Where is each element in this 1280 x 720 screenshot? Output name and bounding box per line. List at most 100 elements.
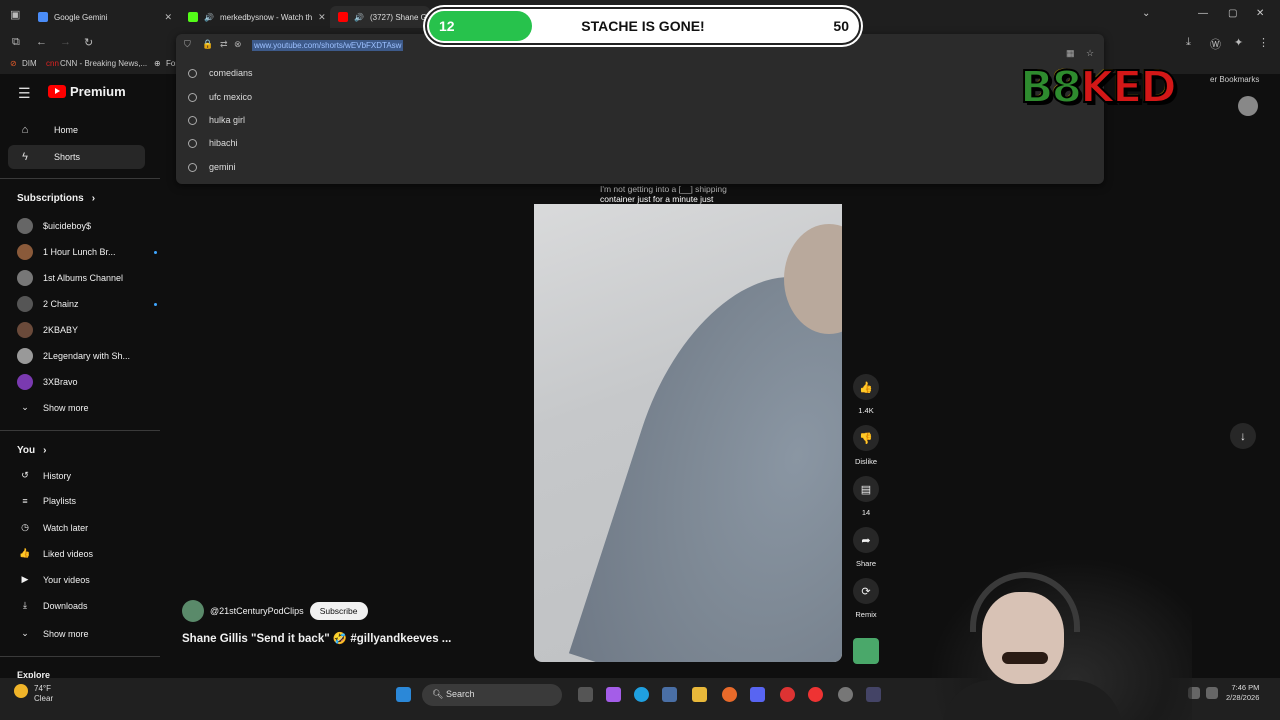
maximize-icon[interactable]: ▢ xyxy=(1228,8,1237,19)
taskbar-search[interactable]: 🔍︎ Search xyxy=(422,684,562,706)
suggestion-item[interactable]: hibachi xyxy=(188,138,238,148)
settings-gear-icon[interactable] xyxy=(838,687,853,702)
store-icon[interactable] xyxy=(662,687,677,702)
subscription-item[interactable]: 1 Hour Lunch Br... xyxy=(17,244,157,260)
reader-icon[interactable]: ▦ xyxy=(1066,48,1075,59)
collections-icon[interactable]: ⧉ xyxy=(12,36,20,49)
tab-search-icon[interactable]: ⌄ xyxy=(1142,8,1150,19)
remix-button[interactable]: ⟳ Remix xyxy=(852,578,880,619)
dislike-button[interactable]: 👎 Dislike xyxy=(852,425,880,466)
sidebar-item-label: Watch later xyxy=(43,522,89,533)
downloads-icon[interactable]: ⤓ xyxy=(1186,36,1191,49)
next-video-arrow-icon[interactable]: ↓ xyxy=(1230,423,1256,449)
sidebar-item-history[interactable]: ↺ History xyxy=(17,470,157,481)
share-button[interactable]: ➦ Share xyxy=(852,527,880,568)
show-more-you[interactable]: ⌄ Show more xyxy=(17,628,157,639)
tab-youtube[interactable]: 🔊 (3727) Shane Gill xyxy=(330,6,430,28)
sidebar-item-home[interactable]: ⌂ Home xyxy=(8,118,145,142)
close-tab-icon[interactable]: ✕ xyxy=(318,12,326,23)
bookmark-cnn[interactable]: CNN - Breaking News,... xyxy=(60,59,147,68)
share-icon: ➦ xyxy=(853,527,879,553)
app-icon[interactable] xyxy=(866,687,881,702)
forward-icon[interactable]: → xyxy=(60,36,71,48)
sidebar-item-label: Your videos xyxy=(43,574,90,585)
discord-icon[interactable] xyxy=(750,687,765,702)
tracking-icon[interactable]: ⊗ xyxy=(234,39,242,50)
weather-widget[interactable]: 74°F Clear xyxy=(34,684,53,704)
volume-icon[interactable] xyxy=(1206,687,1218,699)
subscription-label: 1 Hour Lunch Br... xyxy=(43,247,116,257)
subscription-item[interactable]: 3XBravo xyxy=(17,374,157,390)
sidebar-item-your-videos[interactable]: ▶ Your videos xyxy=(17,574,157,585)
close-window-icon[interactable]: ✕ xyxy=(1256,8,1264,19)
sidebar-item-watch-later[interactable]: ◷ Watch later xyxy=(17,522,157,533)
extension-w-icon[interactable]: Ⓦ xyxy=(1210,36,1221,52)
subscription-item[interactable]: 1st Albums Channel xyxy=(17,270,157,286)
copilot-icon[interactable] xyxy=(606,687,621,702)
subscription-label: 2 Chainz xyxy=(43,299,79,309)
suggestion-item[interactable]: gemini xyxy=(188,162,236,172)
menu-dots-icon[interactable]: ⋮ xyxy=(1258,36,1269,49)
url-input[interactable]: www.youtube.com/shorts/wEVbFXDTAsw xyxy=(252,40,404,51)
permissions-icon[interactable]: ⇄ xyxy=(220,39,228,50)
sound-avatar[interactable] xyxy=(852,638,880,664)
new-content-dot xyxy=(154,250,157,254)
channel-name[interactable]: @21stCenturyPodClips xyxy=(210,606,304,616)
suggestion-item[interactable]: ufc mexico xyxy=(188,92,252,102)
taskbar-clock[interactable]: 7:46 PM 2/28/2026 xyxy=(1226,683,1259,703)
suggestion-item[interactable]: comedians xyxy=(188,68,253,78)
show-more-subscriptions[interactable]: ⌄ Show more xyxy=(17,402,157,413)
extensions-icon[interactable]: ✦ xyxy=(1234,36,1243,49)
weather-moon-icon xyxy=(14,684,28,698)
shield-icon[interactable]: ⛉ xyxy=(184,39,191,50)
subscription-item[interactable]: 2 Chainz xyxy=(17,296,157,312)
chrome-icon[interactable] xyxy=(780,687,795,702)
subscribe-button[interactable]: Subscribe xyxy=(309,602,368,620)
tab-merkedbysnow[interactable]: 🔊 merkedbysnow - Watch th ✕ xyxy=(180,6,328,28)
back-icon[interactable]: ← xyxy=(36,36,47,48)
suggestion-label: gemini xyxy=(209,162,236,172)
refresh-icon[interactable]: ↻ xyxy=(84,36,93,49)
dislike-label: Dislike xyxy=(854,457,878,466)
comments-button[interactable]: ▤ 14 xyxy=(852,476,880,517)
subscription-item[interactable]: 2KBABY xyxy=(17,322,157,338)
share-label: Share xyxy=(855,559,876,568)
channel-row: @21stCenturyPodClips Subscribe xyxy=(182,600,368,622)
history-clock-icon xyxy=(188,68,197,78)
subscriptions-header[interactable]: Subscriptions › xyxy=(17,193,95,204)
minimize-icon[interactable]: — xyxy=(1198,8,1208,19)
gemini-favicon-icon xyxy=(38,12,48,22)
video-title[interactable]: Shane Gillis "Send it back" 🤣 #gillyandk… xyxy=(182,631,451,645)
sidebar-item-playlists[interactable]: ≡ Playlists xyxy=(17,496,157,506)
address-bar-dropdown[interactable]: ⛉ 🔒 ⇄ ⊗ www.youtube.com/shorts/wEVbFXDTA… xyxy=(176,34,1104,184)
youtube-app-icon[interactable] xyxy=(808,687,823,702)
lock-icon[interactable]: 🔒 xyxy=(202,39,213,50)
youtube-premium-logo[interactable]: Premium xyxy=(48,84,126,99)
file-explorer-icon[interactable] xyxy=(692,687,707,702)
account-avatar[interactable] xyxy=(1238,96,1258,116)
hamburger-menu-icon[interactable]: ☰ xyxy=(18,85,31,102)
sidebar-item-liked-videos[interactable]: 👍 Liked videos xyxy=(17,548,157,559)
channel-avatar xyxy=(17,348,33,364)
tab-actions-icon[interactable]: ▣ xyxy=(10,8,20,21)
shorts-video-player[interactable] xyxy=(534,204,842,662)
bookmark-dim[interactable]: DIM xyxy=(22,59,37,68)
sidebar-item-shorts[interactable]: ϟ Shorts xyxy=(8,145,145,169)
search-label: Search xyxy=(445,689,475,699)
edge-icon[interactable] xyxy=(634,687,649,702)
task-view-icon[interactable] xyxy=(578,687,593,702)
like-button[interactable]: 👍 1.4K xyxy=(852,374,880,415)
sidebar-item-downloads[interactable]: ⤓ Downloads xyxy=(17,600,157,611)
you-header[interactable]: You › xyxy=(17,445,47,456)
youtube-logo-icon xyxy=(48,85,66,98)
show-more-label: Show more xyxy=(43,402,89,413)
bookmark-star-icon[interactable]: ☆ xyxy=(1086,48,1094,59)
suggestion-item[interactable]: hulka girl xyxy=(188,115,245,125)
subscription-item[interactable]: $uicideboy$ xyxy=(17,218,157,234)
subscription-item[interactable]: 2Legendary with Sh... xyxy=(17,348,157,364)
close-tab-icon[interactable]: ✕ xyxy=(164,12,172,23)
channel-avatar[interactable] xyxy=(182,600,204,622)
start-windows-icon[interactable] xyxy=(396,687,411,702)
firefox-icon[interactable] xyxy=(722,687,737,702)
tab-google-gemini[interactable]: Google Gemini ✕ xyxy=(30,6,178,28)
